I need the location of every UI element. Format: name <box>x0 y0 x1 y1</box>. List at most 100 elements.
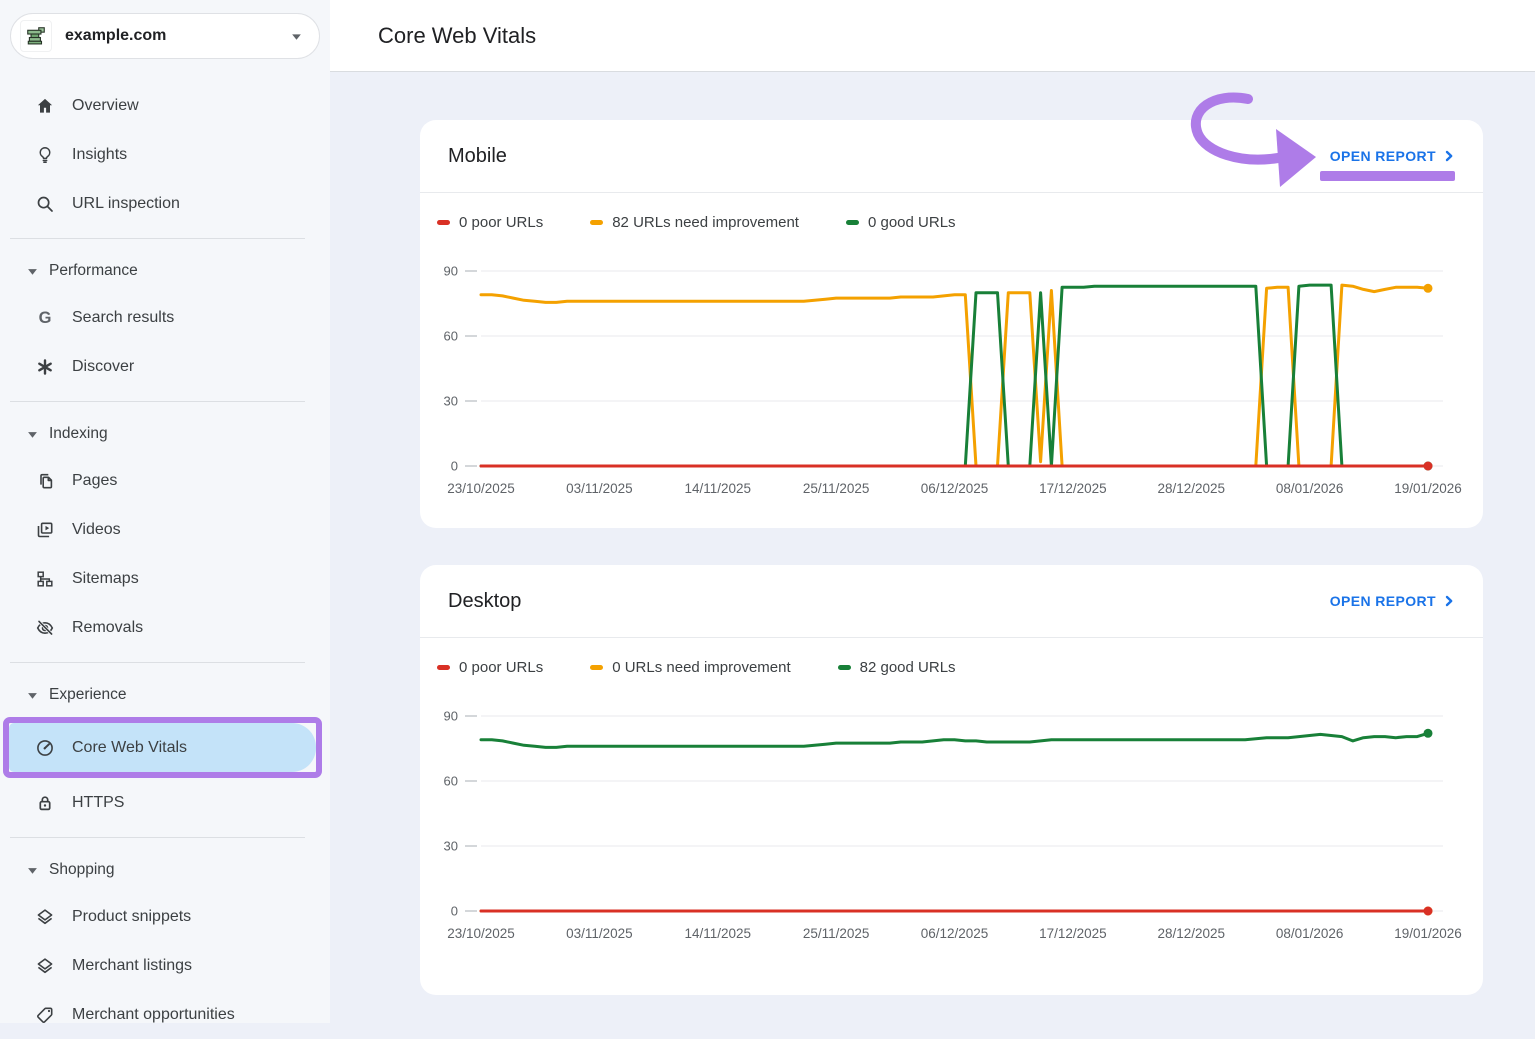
legend-item: 0 poor URLs <box>437 214 543 231</box>
legend-dash-icon <box>437 665 450 670</box>
chart-legend: 0 poor URLs 0 URLs need improvement 82 goo… <box>420 638 1483 676</box>
property-selector[interactable]: example.com <box>10 13 320 59</box>
sidebar-item-pages[interactable]: Pages <box>0 456 330 505</box>
svg-text:17/12/2025: 17/12/2025 <box>1039 926 1107 941</box>
svg-text:08/01/2026: 08/01/2026 <box>1276 926 1344 941</box>
card-title: Mobile <box>448 145 1330 168</box>
svg-text:90: 90 <box>444 264 458 279</box>
svg-text:90: 90 <box>444 709 458 724</box>
sidebar-item-product-snippets[interactable]: Product snippets <box>0 892 330 941</box>
open-report-link[interactable]: OPEN REPORT <box>1330 148 1455 164</box>
legend-label: 82 good URLs <box>860 659 956 676</box>
svg-text:03/11/2025: 03/11/2025 <box>566 481 633 496</box>
sidebar-item-insights[interactable]: Insights <box>0 130 330 179</box>
svg-text:0: 0 <box>451 459 458 474</box>
line-chart-desktop: 030609023/10/202503/11/202514/11/202525/… <box>420 706 1483 952</box>
sidebar-item-label: Merchant opportunities <box>72 1006 235 1024</box>
section-label: Indexing <box>49 425 108 443</box>
legend-label: 0 URLs need improvement <box>612 659 790 676</box>
sidebar-item-label: Insights <box>72 146 127 164</box>
open-report-label: OPEN REPORT <box>1330 148 1436 164</box>
section-header-performance[interactable]: Performance <box>0 249 330 293</box>
sidebar-item-label: Product snippets <box>72 908 191 926</box>
sidebar-item-label: Removals <box>72 619 143 637</box>
sidebar-item-search-results[interactable]: GSearch results <box>0 293 330 342</box>
section-label: Performance <box>49 262 138 280</box>
legend-item: 82 good URLs <box>838 659 956 676</box>
sidebar-item-overview[interactable]: Overview <box>0 81 330 130</box>
sidebar-item-videos[interactable]: Videos <box>0 505 330 554</box>
chevron-down-icon <box>290 30 303 43</box>
page-title: Core Web Vitals <box>378 23 536 49</box>
purple-highlight-box: Core Web Vitals <box>3 717 322 778</box>
chevron-right-icon <box>1443 150 1455 162</box>
svg-text:0: 0 <box>451 904 458 919</box>
svg-text:25/11/2025: 25/11/2025 <box>803 481 870 496</box>
card-title: Desktop <box>448 590 1330 613</box>
content-area: MobileOPEN REPORT0 poor URLs82 URLs need… <box>330 72 1535 1023</box>
legend-item: 0 URLs need improvement <box>590 659 790 676</box>
svg-text:06/12/2025: 06/12/2025 <box>921 481 989 496</box>
snippet-icon <box>35 907 55 927</box>
sidebar-item-merchant-opportunities[interactable]: Merchant opportunities <box>0 990 330 1039</box>
legend-item: 0 good URLs <box>846 214 956 231</box>
section-label: Shopping <box>49 861 115 879</box>
page-header: Core Web Vitals <box>330 0 1535 72</box>
sidebar-item-label: Core Web Vitals <box>72 739 187 757</box>
open-report-link[interactable]: OPEN REPORT <box>1330 593 1455 609</box>
legend-label: 82 URLs need improvement <box>612 214 799 231</box>
collapse-caret-icon <box>27 429 38 440</box>
sidebar-item-label: URL inspection <box>72 195 180 213</box>
collapse-caret-icon <box>27 865 38 876</box>
lightbulb-icon <box>35 145 55 165</box>
svg-text:30: 30 <box>444 394 458 409</box>
speedometer-icon <box>35 738 55 758</box>
open-report-label: OPEN REPORT <box>1330 593 1436 609</box>
sidebar-item-label: Discover <box>72 358 134 376</box>
removals-icon <box>35 618 55 638</box>
svg-text:19/01/2026: 19/01/2026 <box>1394 481 1462 496</box>
collapse-caret-icon <box>27 266 38 277</box>
legend-dash-icon <box>838 665 851 670</box>
card-mobile: MobileOPEN REPORT 0 poor URLs 82 URLs need… <box>420 120 1483 528</box>
svg-text:14/11/2025: 14/11/2025 <box>684 926 751 941</box>
legend-label: 0 poor URLs <box>459 659 543 676</box>
legend-label: 0 good URLs <box>868 214 956 231</box>
sidebar-item-removals[interactable]: Removals <box>0 603 330 652</box>
section-header-experience[interactable]: Experience <box>0 673 330 717</box>
sidebar-item-merchant-listings[interactable]: Merchant listings <box>0 941 330 990</box>
chart-legend: 0 poor URLs 82 URLs need improvement 0 goo… <box>420 193 1483 231</box>
legend-label: 0 poor URLs <box>459 214 543 231</box>
sitemaps-icon <box>35 569 55 589</box>
section-label: Experience <box>49 686 127 704</box>
legend-dash-icon <box>590 665 603 670</box>
legend-item: 82 URLs need improvement <box>590 214 799 231</box>
section-header-shopping[interactable]: Shopping <box>0 848 330 892</box>
sidebar-item-label: Pages <box>72 472 117 490</box>
pages-icon <box>35 471 55 491</box>
section-header-indexing[interactable]: Indexing <box>0 412 330 456</box>
sidebar-item-core-web-vitals[interactable]: Core Web Vitals <box>9 723 316 772</box>
svg-text:30: 30 <box>444 839 458 854</box>
sidebar-item-label: Videos <box>72 521 121 539</box>
sidebar-item-discover[interactable]: Discover <box>0 342 330 391</box>
sidebar-divider <box>10 662 305 663</box>
collapse-caret-icon <box>27 690 38 701</box>
legend-dash-icon <box>590 220 603 225</box>
sidebar-item-url-inspection[interactable]: URL inspection <box>0 179 330 228</box>
asterisk-icon <box>35 357 55 377</box>
svg-text:60: 60 <box>444 329 458 344</box>
svg-text:14/11/2025: 14/11/2025 <box>684 481 751 496</box>
sidebar-divider <box>10 401 305 402</box>
sidebar: example.com Overview Insights URL inspecti… <box>0 0 330 1023</box>
sidebar-divider <box>10 837 305 838</box>
svg-text:08/01/2026: 08/01/2026 <box>1276 481 1344 496</box>
sidebar-item-label: Overview <box>72 97 139 115</box>
svg-text:G: G <box>39 309 52 327</box>
search-icon <box>35 194 55 214</box>
sidebar-item-sitemaps[interactable]: Sitemaps <box>0 554 330 603</box>
sidebar-item-https[interactable]: HTTPS <box>0 778 330 827</box>
svg-text:23/10/2025: 23/10/2025 <box>447 926 515 941</box>
card-desktop: DesktopOPEN REPORT 0 poor URLs 0 URLs need… <box>420 565 1483 995</box>
chevron-right-icon <box>1443 595 1455 607</box>
